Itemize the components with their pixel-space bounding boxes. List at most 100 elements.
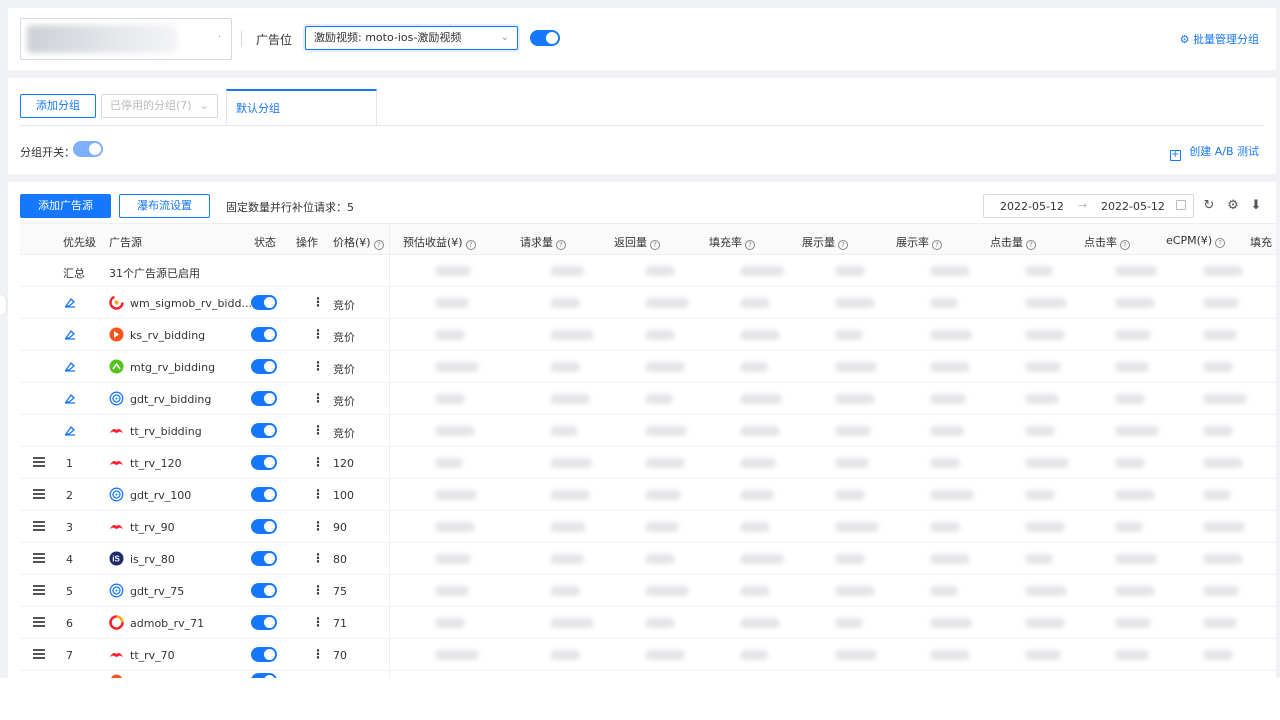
more-actions-icon[interactable]: ⋮ [312,583,324,597]
source-name[interactable]: tt_rv_120 [130,457,182,470]
source-status-toggle[interactable] [251,551,277,566]
blurred-metric-value [645,490,681,500]
disabled-groups-select[interactable]: 已停用的分组(7) ⌄ [101,94,218,118]
group-switch-toggle[interactable] [73,141,103,157]
source-name[interactable]: tt_rv_70 [130,649,175,662]
col-impressions-label: 展示量 [802,236,835,249]
date-start[interactable]: 2022-05-12 [1000,200,1064,213]
source-name[interactable]: mtg_rv_bidding [130,361,215,374]
blurred-metric-value [740,554,784,564]
source-name[interactable]: gdt_rv_75 [130,585,184,598]
more-actions-icon[interactable]: ⋮ [312,455,324,469]
waterfall-settings-button[interactable]: 瀑布流设置 [119,194,210,218]
drag-handle-icon[interactable] [33,649,45,659]
ad-slot-toggle[interactable] [530,30,560,46]
source-status-toggle[interactable] [251,519,277,534]
add-group-button[interactable]: 添加分组 [20,94,96,118]
source-name[interactable]: tt_rv_bidding [130,425,202,438]
blurred-metric-value [645,618,675,628]
drag-handle-icon[interactable] [33,457,45,467]
source-name[interactable]: tt_rv_90 [130,521,175,534]
source-status-toggle[interactable] [251,583,277,598]
drag-handle-icon[interactable] [33,489,45,499]
blurred-metric-value [1203,490,1231,500]
question-icon[interactable]: ? [373,240,384,250]
app-select-dot: · [217,32,221,43]
blurred-metric-value [550,426,578,436]
batch-manage-groups-link[interactable]: ⚙ 批量管理分组 [1180,31,1259,47]
create-ab-test-link[interactable]: + 创建 A/B 测试 [1169,143,1259,161]
question-icon[interactable]: ? [838,240,848,250]
side-collapse-handle[interactable] [0,295,6,315]
refresh-icon[interactable]: ↻ [1202,199,1216,213]
ad-slot-select[interactable]: 激励视频: moto-ios-激励视频 ⌄ [305,26,518,50]
more-actions-icon[interactable]: ⋮ [312,423,324,437]
col-fill-rate-label: 填充率 [709,236,742,249]
tab-default-group[interactable]: 默认分组 [226,89,377,126]
question-icon[interactable]: ? [1215,238,1226,248]
blurred-metric-value [1025,586,1067,596]
source-name[interactable]: ks_rv_bidding [130,329,205,342]
blurred-metric-value [645,650,685,660]
date-range-picker[interactable]: 2022-05-12 → 2022-05-12 [983,194,1194,218]
drag-handle-icon[interactable] [33,617,45,627]
app-name-blurred [27,25,177,53]
source-status-toggle[interactable] [251,359,277,374]
more-actions-icon[interactable]: ⋮ [312,551,324,565]
more-actions-icon[interactable]: ⋮ [312,519,324,533]
source-name[interactable]: gdt_rv_100 [130,489,191,502]
add-ad-source-button[interactable]: 添加广告源 [20,194,111,218]
question-icon[interactable]: ? [465,240,476,250]
source-status-toggle[interactable] [251,391,277,406]
source-name[interactable]: admob_rv_71 [130,617,204,630]
source-status-toggle[interactable] [251,295,277,310]
more-actions-icon[interactable]: ⋮ [312,487,324,501]
question-icon[interactable]: ? [932,240,942,250]
more-actions-icon[interactable]: ⋮ [312,359,324,373]
drag-handle-icon[interactable] [33,585,45,595]
col-operation: 操作 [296,236,318,249]
question-icon[interactable]: ? [1026,240,1036,250]
source-status-toggle[interactable] [251,327,277,342]
kuaishou-icon [109,327,124,342]
source-status-toggle[interactable] [251,423,277,438]
setting-icon[interactable]: ⚙ [1226,199,1240,213]
blurred-metric-value [930,618,972,628]
col-show-rate-label: 展示率 [896,236,929,249]
more-actions-icon[interactable]: ⋮ [312,615,324,629]
question-icon[interactable]: ? [650,240,660,250]
question-icon[interactable]: ? [1120,240,1130,250]
blurred-metric-value [835,266,865,276]
question-icon[interactable]: ? [556,240,566,250]
more-actions-icon[interactable]: ⋮ [312,391,324,405]
question-icon[interactable]: ? [745,240,755,250]
source-name[interactable]: wm_sigmob_rv_bidd... [130,297,252,310]
col-requests: 请求量? [520,234,566,250]
source-name[interactable]: is_rv_80 [130,553,175,566]
blurred-metric-value [435,266,471,276]
more-actions-icon[interactable]: ⋮ [312,327,324,341]
source-status-toggle[interactable] [251,487,277,502]
blurred-metric-value [930,650,970,660]
blurred-metric-value [1025,618,1065,628]
blurred-metric-value [1203,650,1233,660]
drag-handle-icon[interactable] [33,521,45,531]
source-status-toggle[interactable] [251,455,277,470]
blurred-metric-value [435,298,469,308]
col-clicks-label: 点击量 [990,236,1023,249]
date-end[interactable]: 2022-05-12 [1101,200,1165,213]
blurred-metric-value [740,490,774,500]
col-ecpm: eCPM(¥)? [1166,234,1226,248]
source-status-toggle[interactable] [251,615,277,630]
group-switch-label: 分组开关： [20,146,75,159]
source-price: 竞价 [333,363,355,376]
blurred-metric-value [1025,554,1053,564]
download-icon[interactable]: ⬇ [1249,199,1263,213]
source-name[interactable]: gdt_rv_bidding [130,393,211,406]
drag-handle-icon[interactable] [33,553,45,563]
source-status-toggle[interactable] [251,647,277,662]
more-actions-icon[interactable]: ⋮ [312,295,324,309]
more-actions-icon[interactable]: ⋮ [312,647,324,661]
col-fill-rate: 填充率? [709,234,755,250]
app-select[interactable]: · [20,18,232,60]
